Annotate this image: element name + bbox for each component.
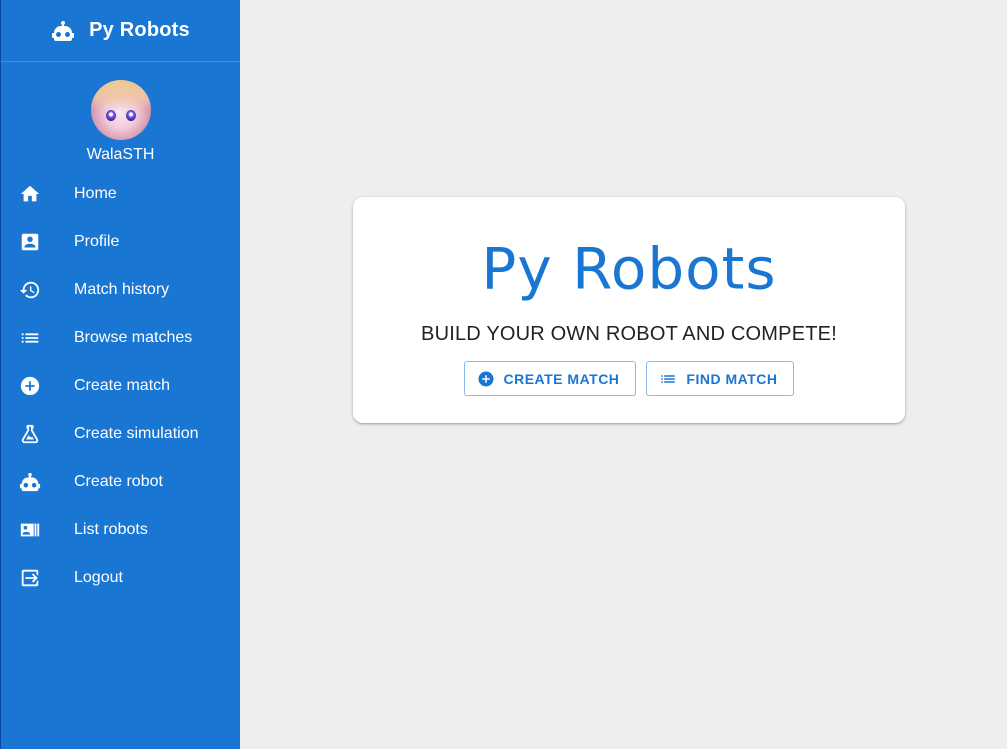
sidebar: Py Robots WalaSTH Home Profile Match his… <box>0 0 240 749</box>
add-circle-icon <box>20 376 40 396</box>
user-panel: WalaSTH <box>1 62 240 164</box>
app-brand[interactable]: Py Robots <box>1 0 240 62</box>
sidebar-item-profile[interactable]: Profile <box>1 218 240 266</box>
sidebar-item-label: Match history <box>74 281 170 298</box>
sidebar-item-label: Create robot <box>74 473 163 490</box>
home-icon <box>20 185 40 202</box>
list-icon <box>21 333 39 343</box>
sidebar-item-label: Logout <box>74 569 123 586</box>
find-match-button[interactable]: FIND MATCH <box>646 361 795 396</box>
sidebar-item-logout[interactable]: Logout <box>1 554 240 602</box>
history-icon <box>19 281 40 299</box>
page-title: Py Robots <box>481 235 777 303</box>
app-title: Py Robots <box>89 19 190 41</box>
sidebar-item-create-match[interactable]: Create match <box>1 362 240 410</box>
sidebar-item-label: Create match <box>74 377 171 394</box>
profile-icon <box>21 233 39 251</box>
sidebar-item-create-simulation[interactable]: Create simulation <box>1 410 240 458</box>
welcome-card: Py Robots BUILD YOUR OWN ROBOT AND COMPE… <box>353 197 905 423</box>
sidebar-item-match-history[interactable]: Match history <box>1 266 240 314</box>
sidebar-item-browse-matches[interactable]: Browse matches <box>1 314 240 362</box>
username: WalaSTH <box>86 146 155 163</box>
sidebar-item-label: Home <box>74 185 117 202</box>
badge-list-icon <box>20 523 40 537</box>
sidebar-item-home[interactable]: Home <box>1 170 240 218</box>
sidebar-item-label: Profile <box>74 233 120 250</box>
create-match-button[interactable]: CREATE MATCH <box>463 361 637 396</box>
robot-icon <box>52 20 75 41</box>
sidebar-item-list-robots[interactable]: List robots <box>1 506 240 554</box>
sidebar-nav: Home Profile Match history Browse matche… <box>1 170 240 602</box>
list-icon <box>661 374 676 383</box>
sidebar-item-create-robot[interactable]: Create robot <box>1 458 240 506</box>
logout-icon <box>21 569 39 587</box>
create-match-button-label: CREATE MATCH <box>503 370 620 387</box>
sidebar-item-label: List robots <box>74 521 148 538</box>
add-circle-icon <box>478 371 493 386</box>
sidebar-item-label: Browse matches <box>74 329 193 346</box>
card-actions: CREATE MATCH FIND MATCH <box>353 361 905 396</box>
page-subtitle: BUILD YOUR OWN ROBOT AND COMPETE! <box>421 323 837 345</box>
sidebar-item-label: Create simulation <box>74 425 199 442</box>
robot-icon <box>19 472 41 492</box>
flask-icon <box>21 424 39 444</box>
find-match-button-label: FIND MATCH <box>686 370 778 387</box>
avatar[interactable] <box>90 80 151 140</box>
